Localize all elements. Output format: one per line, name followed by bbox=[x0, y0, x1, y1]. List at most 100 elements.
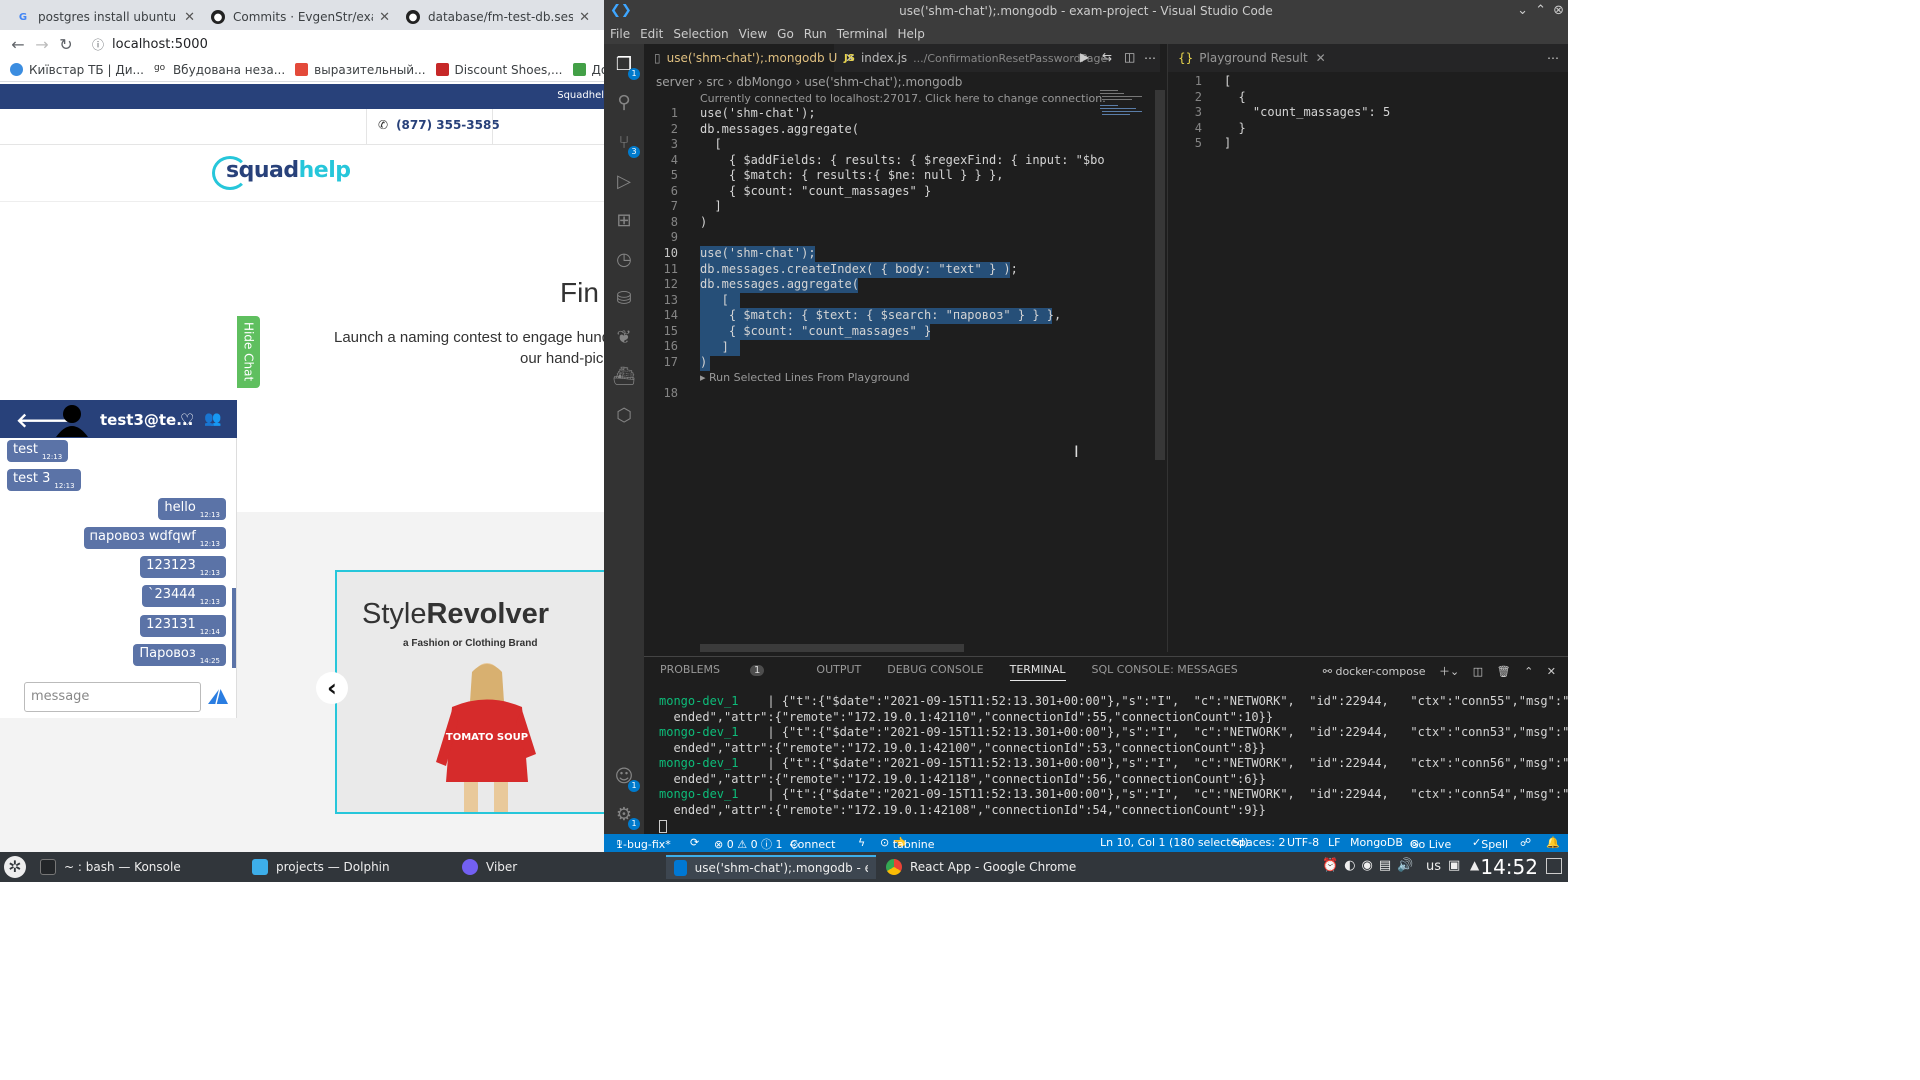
clipboard-icon[interactable]: ▤ bbox=[1379, 858, 1397, 873]
eol-status[interactable]: LF bbox=[1328, 836, 1340, 849]
split-editor-icon[interactable]: ◫ bbox=[1124, 50, 1135, 64]
tray-expand-icon[interactable]: ▲ bbox=[1470, 858, 1479, 872]
bookmark-3[interactable]: выразительный... bbox=[295, 63, 426, 77]
close-icon[interactable]: ✕ bbox=[573, 10, 590, 25]
minimap[interactable] bbox=[1100, 88, 1150, 128]
chat-scrollbar[interactable] bbox=[232, 588, 236, 668]
chrome-tab-2[interactable]: ● Commits · EvgenStr/exam-pr ✕ bbox=[203, 4, 398, 30]
block-user-icon[interactable]: 👥 bbox=[204, 411, 221, 427]
tab-output[interactable]: OUTPUT bbox=[816, 663, 861, 681]
indent-status[interactable]: Spaces: 2 bbox=[1232, 836, 1285, 849]
more-actions-icon[interactable]: … bbox=[1144, 48, 1156, 62]
taskbar-viber[interactable]: Viber bbox=[454, 855, 662, 879]
problems-status[interactable]: ⊗ 0 ⚠ 0 ⓘ 1 bbox=[714, 836, 783, 852]
send-icon[interactable] bbox=[206, 686, 232, 708]
close-icon[interactable]: ✕ bbox=[373, 10, 390, 25]
tray-app-icon[interactable]: ◐ bbox=[1344, 858, 1361, 873]
shirt-text: TOMATO SOUP bbox=[446, 732, 528, 743]
add-terminal-icon[interactable]: ＋⌄ bbox=[1439, 665, 1459, 678]
trash-icon[interactable]: 🗑 bbox=[1497, 665, 1511, 678]
minimize-icon[interactable]: ⌄ bbox=[1517, 3, 1528, 18]
editor-hscrollbar[interactable] bbox=[700, 644, 964, 652]
network-icon[interactable]: ▣ bbox=[1448, 858, 1460, 873]
close-icon[interactable]: ⊗ bbox=[1553, 3, 1564, 18]
code-line: db.messages.createIndex( { body: "text" … bbox=[700, 262, 1018, 276]
divider bbox=[492, 109, 493, 145]
volume-icon[interactable]: 🔊 bbox=[1397, 858, 1419, 873]
chat-messages: test 12:13 test 3 12:13 hello 12:13 паровоз… bbox=[0, 438, 237, 668]
heart-icon[interactable]: ♡ bbox=[180, 410, 194, 429]
back-icon[interactable]: ← bbox=[6, 35, 30, 54]
taskbar-chrome[interactable]: React App - Google Chrome bbox=[878, 855, 1088, 879]
squadhelp-logo[interactable]: squadhelp bbox=[212, 154, 351, 194]
maximize-panel-icon[interactable]: ⌃ bbox=[1524, 665, 1533, 678]
show-desktop-icon[interactable] bbox=[1546, 858, 1562, 874]
run-selected-codelens[interactable]: ▸ Run Selected Lines From Playground bbox=[700, 371, 910, 384]
kyivstar-icon bbox=[10, 63, 23, 76]
code-line: { $addFields: { results: { $regexFind: {… bbox=[700, 153, 1104, 167]
tabnine-status[interactable]: ⊙ tabnine 👈 bbox=[880, 836, 935, 851]
app-launcher-icon[interactable]: ✲ bbox=[4, 856, 26, 878]
clock[interactable]: 14:52 bbox=[1480, 855, 1538, 879]
accounts-icon[interactable]: ☺ 1 bbox=[612, 766, 640, 792]
bookmark-4[interactable]: Discount Shoes,... bbox=[435, 63, 563, 77]
close-icon[interactable]: ✕ bbox=[1316, 51, 1326, 65]
sync-icon[interactable]: ⟳ bbox=[690, 836, 699, 849]
taskbar-konsole[interactable]: ~ : bash — Konsole bbox=[32, 855, 238, 879]
hide-chat-button[interactable]: Hide Chat bbox=[237, 316, 260, 388]
code-line: [ bbox=[700, 137, 722, 151]
bookmark-icon: go bbox=[153, 63, 167, 76]
tab-sql-console[interactable]: SQL CONSOLE: MESSAGES bbox=[1092, 663, 1238, 681]
bookmark-1[interactable]: Київстар ТБ | Ди... bbox=[10, 63, 144, 77]
forward-icon[interactable]: → bbox=[30, 35, 54, 54]
lightning-icon[interactable]: ϟ bbox=[858, 836, 865, 849]
taskbar-dolphin[interactable]: projects — Dolphin bbox=[244, 855, 452, 879]
alarm-icon[interactable]: ⏰ bbox=[1322, 858, 1344, 873]
chrome-tab-1[interactable]: G postgres install ubuntu - Пои ✕ bbox=[8, 4, 203, 30]
tab-problems[interactable]: PROBLEMS 1 bbox=[660, 663, 790, 681]
showcase-card[interactable]: StyleRevolver a Fashion or Clothing Bran… bbox=[335, 570, 604, 814]
code-editor[interactable]: use('shm-chat'); db.messages.aggregate( … bbox=[604, 0, 1104, 650]
close-panel-icon[interactable]: ✕ bbox=[1547, 665, 1556, 678]
keyboard-layout[interactable]: us bbox=[1426, 859, 1441, 874]
terminal-cursor bbox=[659, 820, 667, 833]
google-icon: G bbox=[18, 11, 28, 23]
chat-message: test 12:13 bbox=[7, 440, 69, 462]
card-brand: StyleRevolver bbox=[362, 598, 549, 630]
spell-status[interactable]: ✓ Spell bbox=[1472, 836, 1508, 851]
editor-scrollbar[interactable] bbox=[1155, 90, 1165, 460]
message-input[interactable]: message bbox=[24, 682, 201, 712]
chrome-tab-3[interactable]: ● database/fm-test-db.session ✕ bbox=[398, 4, 598, 30]
bell-icon[interactable]: 🔔 bbox=[1546, 836, 1560, 849]
bookmark-icon bbox=[435, 63, 449, 76]
terminal-line: ended","attr":{"remote":"172.19.0.1:4211… bbox=[659, 772, 1266, 786]
feedback-icon[interactable]: ☍ bbox=[1520, 836, 1531, 849]
address-bar[interactable]: ⓘ localhost:5000 bbox=[92, 32, 604, 56]
close-icon[interactable]: ✕ bbox=[178, 10, 195, 25]
phone-link[interactable]: ✆ (877) 355-3585 bbox=[378, 118, 500, 132]
bookmark-2[interactable]: go Вбудована неза... bbox=[153, 63, 285, 77]
avatar bbox=[56, 405, 88, 437]
more-actions-icon[interactable]: … bbox=[1547, 48, 1559, 62]
code-line: db.messages.aggregate( bbox=[700, 122, 859, 136]
viber-tray-icon[interactable]: ◉ bbox=[1362, 858, 1379, 873]
language-status[interactable]: MongoDB bbox=[1350, 836, 1403, 849]
divider bbox=[0, 201, 604, 202]
cursor-position[interactable]: Ln 10, Col 1 (180 selected) bbox=[1100, 836, 1249, 849]
code-line: ) bbox=[700, 215, 708, 229]
terminal-profile[interactable]: ⚯ docker-compose bbox=[1323, 665, 1426, 678]
terminal-line: mongo-dev_1 | {"t":{"$date":"2021-09-15T… bbox=[659, 787, 1568, 801]
reload-icon[interactable]: ↻ bbox=[54, 35, 78, 54]
maximize-icon[interactable]: ⌃ bbox=[1535, 3, 1546, 18]
split-terminal-icon[interactable]: ◫ bbox=[1473, 665, 1483, 678]
info-icon[interactable]: ⓘ bbox=[92, 36, 104, 53]
taskbar-vscode[interactable]: use('shm-chat');.mongodb - exam-... bbox=[666, 855, 876, 879]
carousel-prev-button[interactable]: ‹ bbox=[316, 672, 348, 704]
terminal[interactable]: mongo-dev_1 | {"t":{"$date":"2021-09-15T… bbox=[644, 687, 1568, 835]
bookmark-5[interactable]: Доставка товарі... bbox=[572, 63, 604, 77]
gear-icon[interactable]: ⚙ 1 bbox=[612, 804, 640, 830]
tab-playground-result[interactable]: {} Playground Result ✕ bbox=[1168, 44, 1336, 72]
encoding-status[interactable]: UTF-8 bbox=[1287, 836, 1319, 849]
tab-debug-console[interactable]: DEBUG CONSOLE bbox=[887, 663, 983, 681]
tab-terminal[interactable]: TERMINAL bbox=[1009, 663, 1066, 681]
